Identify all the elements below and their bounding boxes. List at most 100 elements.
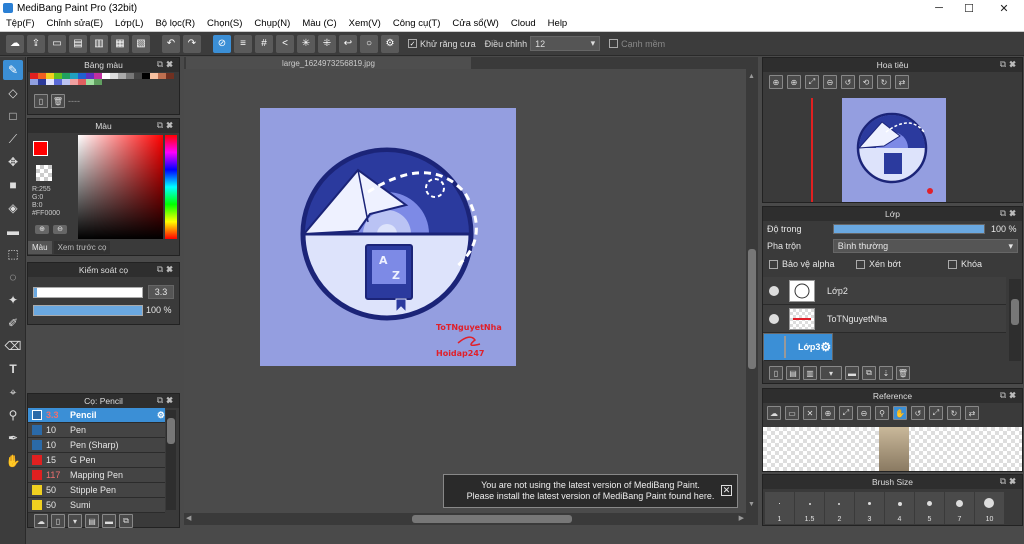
blend-mode-select[interactable]: Bình thường ▾ — [832, 239, 1018, 253]
hand-tool-icon[interactable]: ✋ — [3, 451, 23, 471]
menu-select[interactable]: Chọn(S) — [201, 18, 248, 29]
menu-view[interactable]: Xem(V) — [343, 18, 387, 29]
document-icon[interactable]: ▥ — [90, 34, 108, 53]
reference-hand-icon[interactable]: ✋ — [893, 406, 907, 420]
select-rect-icon[interactable]: ⬚ — [3, 244, 23, 264]
reference-open-icon[interactable]: ▭ — [785, 406, 799, 420]
palette-swatches[interactable] — [30, 73, 178, 85]
fill-rect-icon[interactable]: ■ — [3, 175, 23, 195]
eyedropper-icon[interactable]: ⚲ — [3, 405, 23, 425]
brush-item-stipple-pen[interactable]: 50 Stipple Pen — [28, 483, 165, 498]
correction-select[interactable]: 12 ▾ — [530, 36, 601, 51]
upload-icon[interactable]: ⇪ — [27, 34, 45, 53]
merge-layer-icon[interactable]: ⇣ — [879, 366, 893, 380]
menu-filter[interactable]: Bộ lọc(R) — [149, 18, 201, 29]
grid-icon[interactable]: ▧ — [132, 34, 150, 53]
brush-size-1-5[interactable]: 1.5 — [795, 492, 824, 524]
reference-preview[interactable] — [763, 427, 1022, 471]
eye-icon[interactable] — [769, 313, 779, 324]
protect-alpha-checkbox[interactable] — [769, 259, 778, 269]
menu-color[interactable]: Màu (C) — [296, 18, 342, 29]
divide-tool-icon[interactable]: ⌖ — [3, 382, 23, 402]
undo-icon[interactable]: ↶ — [162, 34, 180, 53]
zoom-plus-icon[interactable]: ⊕ — [787, 75, 801, 89]
reference-fit-screen-icon[interactable]: ⤢ — [929, 406, 943, 420]
pen-tool-icon[interactable]: ✒ — [3, 428, 23, 448]
menu-window[interactable]: Cửa sổ(W) — [446, 18, 504, 29]
add-color-icon[interactable]: ⊕ — [35, 225, 49, 234]
brush-folder-icon[interactable]: ▬ — [102, 514, 116, 528]
delete-layer-icon[interactable]: 🗑 — [896, 366, 910, 380]
add-layer-dropdown-icon[interactable]: ▾ — [820, 366, 842, 380]
layer-folder-icon[interactable]: ▬ — [845, 366, 859, 380]
palette-add-icon[interactable]: ▯ — [34, 94, 48, 108]
brush-properties-icon[interactable]: ▤ — [85, 514, 99, 528]
hue-slider[interactable] — [165, 135, 177, 239]
rotate-reset-icon[interactable]: ⟲ — [859, 75, 873, 89]
brush-item-g-pen[interactable]: 15 G Pen — [28, 453, 165, 468]
curve-snap-icon[interactable]: ↩ — [339, 34, 357, 53]
rect-tool-icon[interactable]: □ — [3, 106, 23, 126]
menu-edit[interactable]: Chỉnh sửa(E) — [41, 18, 110, 29]
flip-icon[interactable]: ⇄ — [895, 75, 909, 89]
brush-size-value[interactable]: 3.3 — [148, 285, 174, 299]
brush-copy-icon[interactable]: ⧉ — [119, 514, 133, 528]
layout-icon[interactable]: ▦ — [111, 34, 129, 53]
reference-rotate-left-icon[interactable]: ↺ — [911, 406, 925, 420]
layer-row-lop3[interactable]: Lớp3 ⚙ — [763, 333, 833, 361]
update-notice[interactable]: You are not using the latest version of … — [443, 474, 738, 508]
move-tool-icon[interactable]: ✥ — [3, 152, 23, 172]
palette-delete-icon[interactable]: 🗑 — [51, 94, 65, 108]
lock-checkbox[interactable] — [948, 259, 957, 269]
notice-close-icon[interactable]: ✕ — [721, 485, 732, 496]
reference-zoom-out-icon[interactable]: ⊖ — [857, 406, 871, 420]
clipping-checkbox[interactable] — [856, 259, 865, 269]
message-icon[interactable]: ▤ — [69, 34, 87, 53]
layer-opacity-slider[interactable] — [833, 224, 985, 234]
menu-capture[interactable]: Chụp(N) — [248, 18, 296, 29]
menu-help[interactable]: Help — [542, 18, 574, 29]
minimize-button[interactable]: ─ — [924, 0, 954, 16]
text-tool-icon[interactable]: T — [3, 359, 23, 379]
bucket-tool-icon[interactable]: ◈ — [3, 198, 23, 218]
canvas-area[interactable]: A Z ToTNguyetNha Hoidap247 — [184, 69, 758, 513]
comment-icon[interactable]: ▭ — [48, 34, 66, 53]
tab-color[interactable]: Màu — [28, 241, 52, 254]
parallel-snap-icon[interactable]: ≡ — [234, 34, 252, 53]
rotate-left-icon[interactable]: ↺ — [841, 75, 855, 89]
transparent-swatch[interactable] — [36, 165, 52, 181]
menu-layer[interactable]: Lớp(L) — [109, 18, 149, 29]
grid-snap-icon[interactable]: # — [255, 34, 273, 53]
reference-zoom-in-icon[interactable]: ⊕ — [821, 406, 835, 420]
menu-tools[interactable]: Công cụ(T) — [387, 18, 447, 29]
soft-edge-checkbox[interactable] — [609, 39, 619, 48]
brush-size-3[interactable]: 3 — [855, 492, 884, 524]
settings-icon[interactable]: ⚙ — [381, 34, 399, 53]
brush-opacity-slider[interactable] — [33, 305, 143, 316]
brush-list-scrollbar[interactable] — [166, 410, 176, 510]
new-halftone-layer-icon[interactable]: ▤ — [786, 366, 800, 380]
new-8bit-layer-icon[interactable]: ▥ — [803, 366, 817, 380]
reference-close-icon[interactable]: ✕ — [803, 406, 817, 420]
select-eraser-icon[interactable]: ⌫ — [3, 336, 23, 356]
document-tab[interactable]: large_1624973256819.jpg — [186, 57, 471, 69]
reference-cloud-icon[interactable]: ☁ — [767, 406, 781, 420]
brush-size-slider[interactable] — [33, 287, 143, 298]
brush-tool-icon[interactable]: ✎ — [3, 60, 23, 80]
redo-icon[interactable]: ↷ — [183, 34, 201, 53]
canvas-artwork[interactable]: A Z ToTNguyetNha Hoidap247 — [260, 108, 516, 366]
remove-color-icon[interactable]: ⊖ — [53, 225, 67, 234]
brush-size-1[interactable]: 1 — [765, 492, 794, 524]
select-pen-icon[interactable]: ✐ — [3, 313, 23, 333]
brush-item-pen[interactable]: 10 Pen — [28, 423, 165, 438]
menu-cloud[interactable]: Cloud — [505, 18, 542, 29]
perspective-snap-icon[interactable]: < — [276, 34, 294, 53]
brush-item-mapping-pen[interactable]: 117 Mapping Pen — [28, 468, 165, 483]
duplicate-layer-icon[interactable]: ⧉ — [862, 366, 876, 380]
layers-scrollbar[interactable] — [1009, 279, 1021, 361]
brush-item-pen-sharp[interactable]: 10 Pen (Sharp) — [28, 438, 165, 453]
layer-settings-icon[interactable]: ⚙ — [820, 340, 831, 354]
brush-size-7[interactable]: 7 — [945, 492, 974, 524]
menu-file[interactable]: Tệp(F) — [0, 18, 41, 29]
radial-line-icon[interactable]: ⁜ — [318, 34, 336, 53]
